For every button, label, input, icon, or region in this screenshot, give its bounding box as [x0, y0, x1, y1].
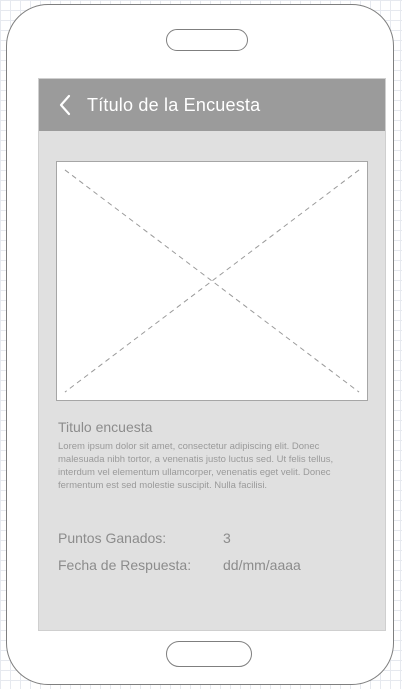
phone-speaker: [166, 29, 248, 51]
date-value: dd/mm/aaaa: [223, 557, 301, 573]
image-placeholder: [56, 161, 368, 401]
date-row: Fecha de Respuesta: dd/mm/aaaa: [58, 557, 301, 573]
phone-frame: Título de la Encuesta Titulo encuesta Lo…: [6, 4, 394, 685]
survey-title: Titulo encuesta: [58, 419, 153, 435]
points-row: Puntos Ganados: 3: [58, 530, 231, 546]
points-value: 3: [223, 530, 231, 546]
app-screen: Título de la Encuesta Titulo encuesta Lo…: [38, 78, 386, 631]
home-button[interactable]: [166, 641, 252, 667]
back-chevron-icon[interactable]: [45, 79, 85, 131]
app-bar: Título de la Encuesta: [39, 79, 385, 131]
date-label: Fecha de Respuesta:: [58, 557, 192, 573]
survey-description: Lorem ipsum dolor sit amet, consectetur …: [58, 441, 334, 491]
page-title: Título de la Encuesta: [87, 94, 261, 115]
points-label: Puntos Ganados:: [58, 530, 167, 546]
